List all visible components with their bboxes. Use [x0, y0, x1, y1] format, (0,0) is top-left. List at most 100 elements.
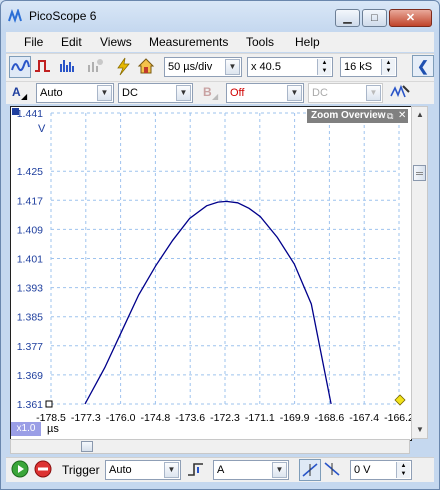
trigger-source-select[interactable]: A ▼ — [213, 460, 289, 480]
samples-value: 16 kS — [344, 61, 373, 73]
trigger-mode-select[interactable]: Auto ▼ — [105, 460, 181, 480]
home-icon — [137, 58, 155, 74]
restore-icon[interactable]: ⧉ — [387, 109, 393, 123]
y-tick-label: 1.401 — [17, 254, 43, 266]
channel-a-label[interactable]: A — [12, 85, 21, 99]
rising-edge-button[interactable] — [299, 459, 321, 481]
x-tick-label: -166.2 — [384, 412, 411, 424]
rising-edge-icon — [302, 463, 318, 477]
channel-axis-marker — [12, 108, 19, 115]
stop-button[interactable] — [33, 459, 53, 479]
trigger-level-input[interactable]: 0 V ▲ ▼ — [350, 460, 412, 480]
scope-mode-icon — [11, 60, 30, 71]
menu-views[interactable]: Views — [100, 35, 132, 49]
y-tick-label: 1.393 — [17, 283, 43, 295]
falling-edge-icon — [324, 462, 340, 476]
scroll-down-icon[interactable]: ▼ — [413, 423, 427, 437]
trigger-marker-left — [45, 400, 53, 408]
math-icon — [88, 59, 103, 72]
lightning-icon — [117, 57, 130, 76]
chevron-down-icon: ▼ — [366, 85, 381, 101]
title-bar: PicoScope 6 ▁ □ ✕ — [1, 1, 439, 31]
close-icon[interactable]: ✕ — [398, 109, 406, 123]
maximize-icon: □ — [371, 12, 378, 24]
spin-arrows-icon: ▲ ▼ — [381, 59, 395, 75]
channel-b-coupling: DC — [312, 87, 328, 99]
x-tick-label: -172.3 — [210, 412, 240, 424]
vertical-scrollbar[interactable]: ▲ ▼ — [411, 106, 428, 439]
sidebar-toggle-button[interactable]: ❮ — [412, 55, 434, 77]
waveform-wand-icon — [390, 84, 410, 98]
y-tick-label: 1.377 — [17, 341, 43, 353]
menu-edit[interactable]: Edit — [61, 35, 82, 49]
minimize-button[interactable]: ▁ — [335, 9, 360, 27]
close-button[interactable]: ✕ — [389, 9, 432, 27]
x-tick-label: -169.9 — [280, 412, 310, 424]
samples-input[interactable]: 16 kS ▲ ▼ — [340, 57, 397, 77]
math-channel-button[interactable] — [85, 56, 107, 78]
window-title: PicoScope 6 — [29, 9, 97, 23]
menu-help[interactable]: Help — [295, 35, 320, 49]
zoom-input[interactable]: x 40.5 ▲ ▼ — [247, 57, 333, 77]
chevron-down-icon: ▼ — [272, 462, 287, 478]
x-tick-label: -173.6 — [175, 412, 205, 424]
chevron-down-icon: ▼ — [176, 85, 191, 101]
x-tick-label: -171.1 — [245, 412, 275, 424]
y-tick-label: 1.425 — [17, 166, 43, 178]
zoom-overview-panel[interactable]: Zoom Overview ⧉ ✕ — [307, 109, 408, 123]
channel-a-coupling: DC — [122, 87, 138, 99]
channel-toolbar: A ◢ Auto ▼ DC ▼ B ◢ Off ▼ DC ▼ — [6, 81, 434, 104]
y-tick-label: 1.361 — [17, 399, 43, 411]
spectrum-mode-button[interactable] — [57, 56, 79, 78]
chevron-down-icon: ▼ — [97, 85, 112, 101]
trigger-mode-value: Auto — [109, 464, 132, 476]
channel-b-range-select[interactable]: Off ▼ — [226, 83, 304, 103]
chevron-down-icon: ▼ — [164, 462, 179, 478]
start-button[interactable] — [10, 459, 30, 479]
scroll-up-icon[interactable]: ▲ — [413, 108, 427, 122]
persistence-mode-button[interactable] — [33, 56, 55, 78]
menu-file[interactable]: File — [24, 35, 43, 49]
y-tick-label: 1.417 — [17, 195, 43, 207]
timebase-value: 50 µs/div — [168, 61, 213, 73]
x-tick-label: -167.4 — [349, 412, 379, 424]
trigger-toolbar: Trigger Auto ▼ A ▼ 0 V ▲ ▼ — [6, 457, 434, 482]
x-tick-label: -174.8 — [141, 412, 171, 424]
horizontal-scrollbar[interactable] — [10, 439, 410, 454]
horizontal-scroll-thumb[interactable] — [81, 441, 93, 452]
menu-tools[interactable]: Tools — [246, 35, 274, 49]
x-tick-label: -168.6 — [315, 412, 345, 424]
trigger-marker-diamond — [394, 394, 406, 406]
channel-a-range-select[interactable]: Auto ▼ — [36, 83, 114, 103]
maximize-button[interactable]: □ — [362, 9, 387, 27]
spectrum-icon — [60, 60, 74, 72]
menu-bar: File Edit Views Measurements Tools Help — [6, 32, 434, 52]
channel-a-range: Auto — [40, 87, 63, 99]
default-setup-button[interactable] — [136, 56, 158, 78]
timebase-select[interactable]: 50 µs/div ▼ — [164, 57, 242, 77]
zoom-overview-title: Zoom Overview — [311, 110, 386, 121]
scope-view[interactable]: -178.5 -177.3 -176.0 -174.8 -173.6 -172.3 -171… — [10, 106, 414, 441]
y-tick-label: 1.385 — [17, 312, 43, 324]
zoom-factor-badge: x1.0 — [11, 422, 41, 436]
spin-arrows-icon: ▲ ▼ — [396, 462, 410, 478]
picoscope-app-icon — [8, 9, 22, 23]
scope-chart: -178.5 -177.3 -176.0 -174.8 -173.6 -172.3 -171… — [12, 108, 414, 424]
main-toolbar: 50 µs/div ▼ x 40.5 ▲ ▼ 16 kS ▲ ▼ — [6, 53, 434, 81]
spin-arrows-icon: ▲ ▼ — [317, 59, 331, 75]
double-arrow-left-icon: ❮ — [417, 58, 429, 74]
menu-measurements[interactable]: Measurements — [149, 35, 228, 49]
advanced-trigger-button[interactable] — [186, 459, 208, 481]
auto-setup-button[interactable] — [113, 56, 135, 78]
channel-a-coupling-select[interactable]: DC ▼ — [118, 83, 193, 103]
scope-mode-button[interactable] — [9, 56, 31, 78]
trigger-source-value: A — [217, 464, 225, 476]
channel-b-label[interactable]: B — [203, 85, 212, 99]
vertical-scroll-thumb[interactable] — [413, 165, 426, 181]
y-tick-label: 1.441 — [17, 108, 43, 120]
y-tick-label: 1.409 — [17, 224, 43, 236]
trigger-label: Trigger — [62, 463, 100, 477]
falling-edge-button[interactable] — [322, 459, 344, 481]
channel-options-button[interactable] — [389, 82, 413, 103]
x-tick-label: -176.0 — [106, 412, 136, 424]
